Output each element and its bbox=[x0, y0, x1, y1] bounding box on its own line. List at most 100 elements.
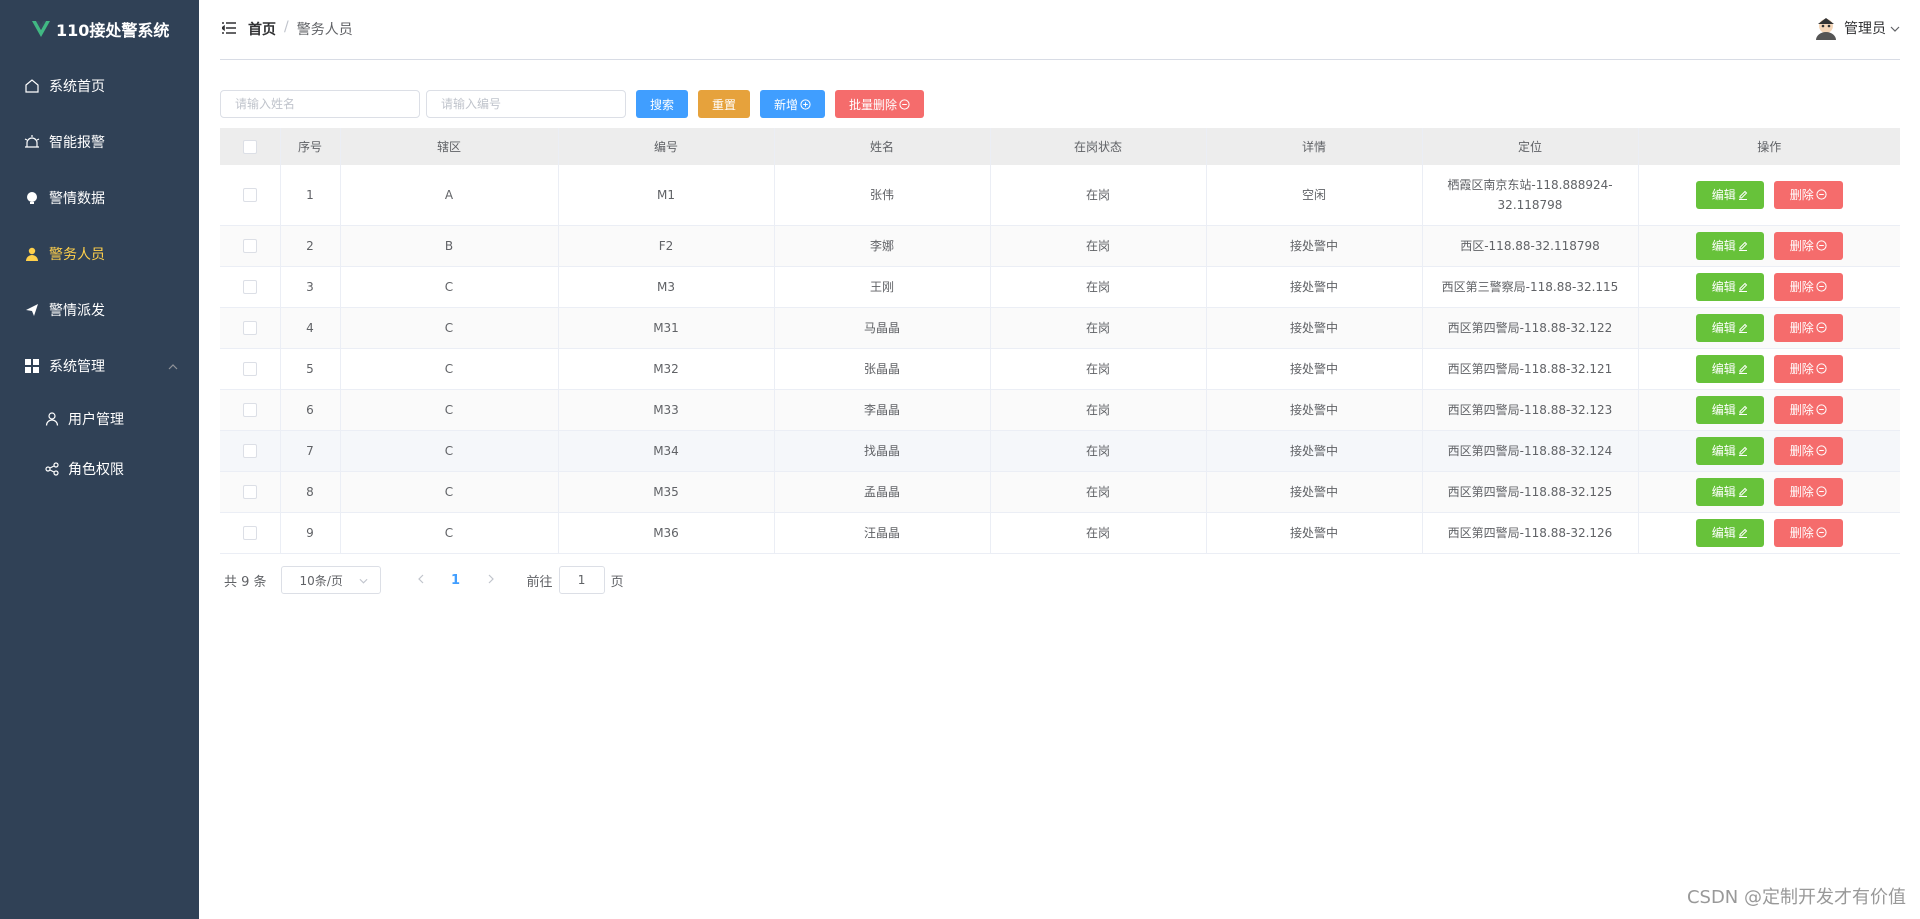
row-select-cell[interactable] bbox=[220, 430, 281, 472]
row-select-cell[interactable] bbox=[220, 471, 281, 513]
table-row[interactable]: 7 C M34 找晶晶 在岗 接处警中 西区第四警局-118.88-32.124 编辑 删除 bbox=[220, 430, 1900, 472]
sidebar-item-system[interactable]: 系统管理 bbox=[0, 338, 199, 394]
row-checkbox[interactable] bbox=[242, 485, 257, 499]
cell-location: 西区第四警局-118.88-32.125 bbox=[1422, 471, 1639, 513]
alarm-icon bbox=[24, 134, 40, 150]
cell-status: 在岗 bbox=[990, 348, 1207, 390]
edit-button[interactable]: 编辑 bbox=[1695, 395, 1764, 424]
delete-button[interactable]: 删除 bbox=[1773, 518, 1843, 547]
table-row[interactable]: 1 A M1 张伟 在岗 空闲 栖霞区南京东站-118.888924-32.118798 编辑… bbox=[220, 165, 1900, 226]
name-search-input[interactable] bbox=[220, 90, 420, 118]
sidebar-item-alarm[interactable]: 智能报警 bbox=[0, 114, 199, 170]
cell-area: C bbox=[340, 471, 559, 513]
search-button[interactable]: 搜索 bbox=[636, 90, 689, 118]
delete-button[interactable]: 删除 bbox=[1773, 477, 1843, 506]
row-select-cell[interactable] bbox=[220, 165, 281, 226]
app-logo[interactable]: 110接处警系统 bbox=[0, 0, 199, 58]
row-checkbox[interactable] bbox=[242, 526, 257, 540]
delete-button[interactable]: 删除 bbox=[1773, 354, 1843, 383]
edit-button[interactable]: 编辑 bbox=[1695, 180, 1764, 209]
cell-detail: 接处警中 bbox=[1206, 512, 1423, 554]
cell-location: 西区第三警察局-118.88-32.115 bbox=[1422, 266, 1639, 308]
sidebar-subitem-roles[interactable]: 角色权限 bbox=[0, 444, 199, 494]
cell-area: C bbox=[340, 512, 559, 554]
edit-button[interactable]: 编辑 bbox=[1695, 436, 1764, 465]
send-icon bbox=[24, 302, 40, 318]
row-select-cell[interactable] bbox=[220, 512, 281, 554]
cell-no: 3 bbox=[280, 266, 341, 308]
column-header: 姓名 bbox=[774, 128, 991, 165]
sidebar-subitem-users[interactable]: 用户管理 bbox=[0, 394, 199, 444]
edit-button[interactable]: 编辑 bbox=[1695, 354, 1764, 383]
sidebar-item-police-staff[interactable]: 警务人员 bbox=[0, 226, 199, 282]
row-actions: 编辑 删除 bbox=[1649, 395, 1891, 424]
delete-button[interactable]: 删除 bbox=[1773, 395, 1843, 424]
row-checkbox[interactable] bbox=[242, 444, 257, 458]
edit-icon bbox=[1738, 282, 1747, 292]
header-select-all[interactable] bbox=[220, 128, 281, 165]
batch-delete-button[interactable]: 批量删除 bbox=[835, 90, 925, 118]
cell-name: 张晶晶 bbox=[774, 348, 991, 390]
table-row[interactable]: 3 C M3 王刚 在岗 接处警中 西区第三警察局-118.88-32.115 编辑 删除 bbox=[220, 266, 1900, 308]
sidebar-item-dispatch[interactable]: 警情派发 bbox=[0, 282, 199, 338]
add-button[interactable]: 新增 bbox=[760, 90, 826, 118]
cell-detail: 接处警中 bbox=[1206, 225, 1423, 267]
cell-actions: 编辑 删除 bbox=[1638, 225, 1900, 267]
breadcrumb-current: 警务人员 bbox=[296, 22, 353, 38]
select-all-checkbox[interactable] bbox=[242, 139, 257, 154]
breadcrumb-home[interactable]: 首页 bbox=[248, 19, 276, 39]
edit-button[interactable]: 编辑 bbox=[1695, 518, 1764, 547]
cell-actions: 编辑 删除 bbox=[1638, 266, 1900, 308]
row-checkbox[interactable] bbox=[242, 239, 257, 253]
row-checkbox[interactable] bbox=[242, 403, 257, 417]
row-select-cell[interactable] bbox=[220, 348, 281, 390]
table-row[interactable]: 2 B F2 李娜 在岗 接处警中 西区-118.88-32.118798 编辑 删除 bbox=[220, 225, 1900, 267]
circle-minus-icon bbox=[1816, 281, 1827, 292]
table-row[interactable]: 9 C M36 汪晶晶 在岗 接处警中 西区第四警局-118.88-32.126 编辑 删除 bbox=[220, 512, 1900, 554]
table-row[interactable]: 5 C M32 张晶晶 在岗 接处警中 西区第四警局-118.88-32.121 编辑 删除 bbox=[220, 348, 1900, 390]
row-checkbox[interactable] bbox=[242, 280, 257, 294]
delete-button[interactable]: 删除 bbox=[1773, 231, 1843, 260]
edit-button[interactable]: 编辑 bbox=[1695, 272, 1764, 301]
cell-actions: 编辑 删除 bbox=[1638, 307, 1900, 349]
cell-actions: 编辑 删除 bbox=[1638, 165, 1900, 226]
cell-status: 在岗 bbox=[990, 471, 1207, 513]
page-number-current[interactable]: 1 bbox=[441, 573, 471, 588]
table-row[interactable]: 8 C M35 孟晶晶 在岗 接处警中 西区第四警局-118.88-32.125 编辑 删除 bbox=[220, 471, 1900, 513]
edit-button[interactable]: 编辑 bbox=[1695, 231, 1764, 260]
cell-name: 汪晶晶 bbox=[774, 512, 991, 554]
sidebar-item-home[interactable]: 系统首页 bbox=[0, 58, 199, 114]
page-size-select[interactable]: 10条/页 bbox=[280, 566, 381, 594]
hamburger-icon[interactable] bbox=[220, 22, 236, 37]
circle-minus-icon bbox=[1816, 240, 1827, 251]
cell-location: 西区第四警局-118.88-32.122 bbox=[1422, 307, 1639, 349]
user-menu[interactable]: 管理员 bbox=[1812, 16, 1900, 40]
top-navbar: 首页 / 警务人员 管理员 bbox=[220, 0, 1900, 60]
row-checkbox[interactable] bbox=[242, 188, 257, 203]
code-search-input[interactable] bbox=[426, 90, 626, 118]
next-page-button[interactable] bbox=[471, 573, 511, 588]
row-select-cell[interactable] bbox=[220, 389, 281, 431]
row-select-cell[interactable] bbox=[220, 307, 281, 349]
goto-page-input[interactable] bbox=[558, 566, 605, 594]
sidebar-item-data[interactable]: 警情数据 bbox=[0, 170, 199, 226]
avatar bbox=[1816, 18, 1836, 40]
edit-button[interactable]: 编辑 bbox=[1695, 313, 1764, 342]
row-checkbox[interactable] bbox=[242, 362, 257, 376]
delete-button[interactable]: 删除 bbox=[1773, 180, 1843, 209]
row-select-cell[interactable] bbox=[220, 266, 281, 308]
chevron-up-icon bbox=[168, 358, 178, 374]
reset-button[interactable]: 重置 bbox=[698, 90, 751, 118]
edit-button[interactable]: 编辑 bbox=[1695, 477, 1764, 506]
cell-status: 在岗 bbox=[990, 307, 1207, 349]
delete-button[interactable]: 删除 bbox=[1773, 272, 1843, 301]
table-row[interactable]: 6 C M33 李晶晶 在岗 接处警中 西区第四警局-118.88-32.123 编辑 删除 bbox=[220, 389, 1900, 431]
cell-actions: 编辑 删除 bbox=[1638, 389, 1900, 431]
circle-minus-icon bbox=[1816, 363, 1827, 374]
delete-button[interactable]: 删除 bbox=[1773, 313, 1843, 342]
row-checkbox[interactable] bbox=[242, 321, 257, 335]
table-row[interactable]: 4 C M31 马晶晶 在岗 接处警中 西区第四警局-118.88-32.122 编辑 删除 bbox=[220, 307, 1900, 349]
delete-button[interactable]: 删除 bbox=[1773, 436, 1843, 465]
row-select-cell[interactable] bbox=[220, 225, 281, 267]
prev-page-button[interactable] bbox=[401, 573, 441, 588]
